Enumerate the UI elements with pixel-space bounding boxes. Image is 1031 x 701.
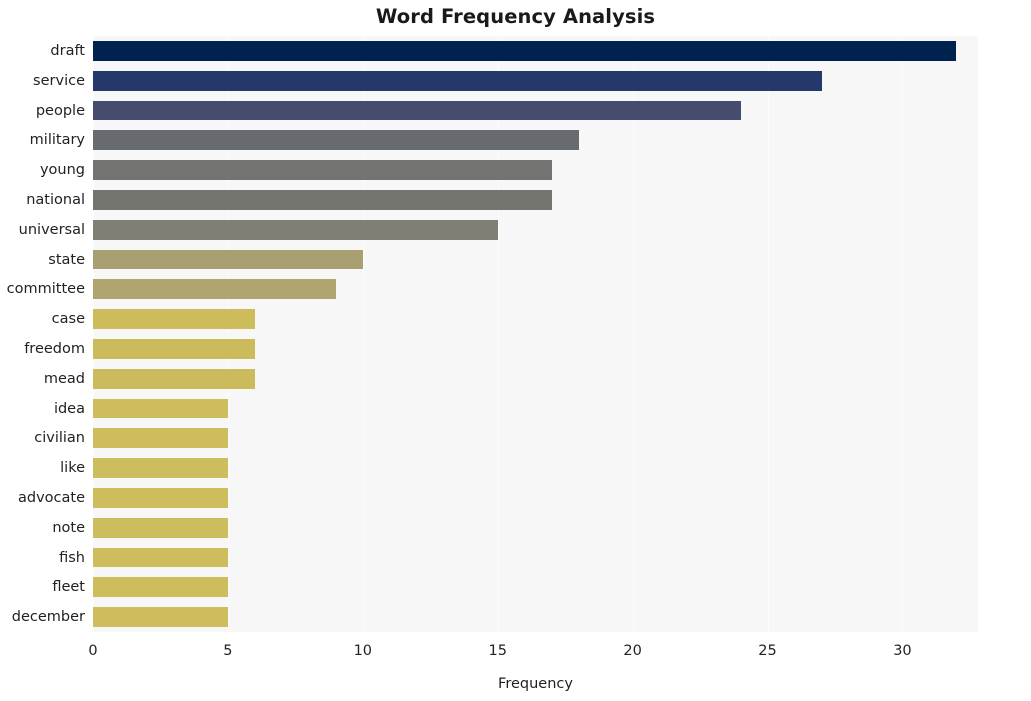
y-tick-label-idea: idea [53, 400, 85, 417]
y-tick-label-case: case [51, 311, 85, 328]
bar-series [93, 36, 978, 632]
bar-row[interactable] [93, 219, 978, 240]
y-tick-label-people: people [35, 102, 85, 119]
y-tick-label-universal: universal [18, 221, 85, 238]
x-tick-label-5: 5 [223, 643, 233, 659]
y-tick-label-fleet: fleet [52, 579, 85, 596]
y-tick-label-civilian: civilian [34, 430, 85, 447]
plot-area [93, 36, 978, 632]
bar-draft[interactable] [93, 41, 957, 61]
y-tick-label-mead: mead [43, 370, 85, 387]
y-tick-label-like: like [60, 460, 85, 477]
x-tick-label-25: 25 [758, 643, 777, 659]
chart-title: Word Frequency Analysis [375, 5, 656, 28]
bar-row[interactable] [93, 130, 978, 151]
bar-committee[interactable] [93, 279, 336, 300]
y-tick-label-note: note [52, 519, 85, 536]
bar-case[interactable] [93, 309, 255, 329]
y-tick-label-freedom: freedom [24, 340, 85, 357]
y-tick-label-advocate: advocate [17, 489, 85, 506]
bar-service[interactable] [93, 70, 822, 91]
bar-national[interactable] [93, 190, 552, 210]
y-axis: draft service people military young national u… [0, 36, 85, 632]
x-axis-title: Frequency [498, 676, 573, 692]
bar-like[interactable] [93, 458, 228, 478]
y-tick-label-state: state [48, 251, 85, 268]
bar-row[interactable] [93, 41, 978, 61]
y-tick-label-service: service [33, 72, 85, 89]
y-tick-label-fish: fish [59, 549, 85, 566]
bar-idea[interactable] [93, 398, 228, 419]
bar-military[interactable] [93, 130, 579, 151]
bar-universal[interactable] [93, 219, 498, 240]
x-tick-label-20: 20 [623, 643, 642, 659]
bar-row[interactable] [93, 428, 978, 449]
bar-fish[interactable] [93, 547, 228, 568]
y-tick-label-military: military [29, 132, 85, 149]
bar-row[interactable] [93, 249, 978, 270]
bar-row[interactable] [93, 368, 978, 389]
bar-civilian[interactable] [93, 428, 228, 449]
bar-row[interactable] [93, 488, 978, 508]
bar-mead[interactable] [93, 368, 255, 389]
bar-row[interactable] [93, 517, 978, 538]
bar-note[interactable] [93, 517, 228, 538]
x-tick-label-10: 10 [353, 643, 373, 659]
x-tick-label-30: 30 [893, 643, 912, 659]
y-tick-label-draft: draft [50, 42, 85, 59]
bar-state[interactable] [93, 249, 363, 270]
y-tick-label-young: young [39, 162, 85, 179]
bar-december[interactable] [93, 607, 228, 627]
bar-row[interactable] [93, 190, 978, 210]
bar-row[interactable] [93, 309, 978, 329]
x-tick-label-15: 15 [488, 643, 507, 659]
bar-row[interactable] [93, 458, 978, 478]
chart-figure: Word Frequency Analysis draft service peop… [0, 0, 1031, 701]
bar-row[interactable] [93, 398, 978, 419]
bar-row[interactable] [93, 279, 978, 300]
bar-row[interactable] [93, 339, 978, 359]
bar-row[interactable] [93, 577, 978, 598]
bar-freedom[interactable] [93, 339, 255, 359]
y-tick-label-national: national [26, 191, 85, 208]
bar-row[interactable] [93, 100, 978, 121]
bar-row[interactable] [93, 607, 978, 627]
bar-fleet[interactable] [93, 577, 228, 598]
y-tick-label-committee: committee [6, 281, 85, 298]
bar-row[interactable] [93, 160, 978, 180]
x-tick-label-0: 0 [88, 643, 98, 659]
bar-row[interactable] [93, 70, 978, 91]
bar-people[interactable] [93, 100, 741, 121]
bar-advocate[interactable] [93, 488, 228, 508]
bar-row[interactable] [93, 547, 978, 568]
bar-young[interactable] [93, 160, 552, 180]
x-axis: Frequency 0 5 10 15 20 25 30 [0, 632, 1031, 701]
y-tick-label-december: december [11, 609, 85, 626]
